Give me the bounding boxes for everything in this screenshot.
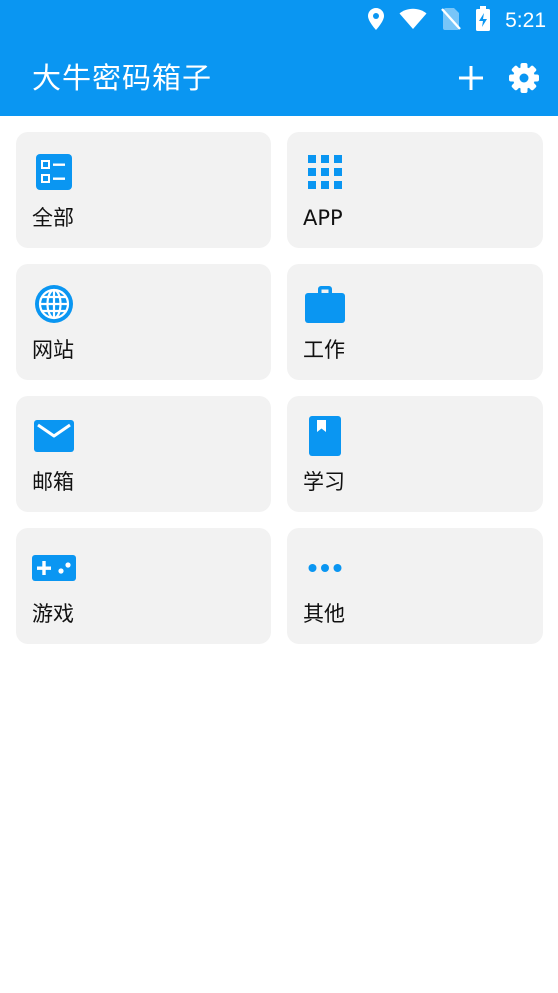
app-bar: 5:21 大牛密码箱子: [0, 0, 558, 116]
briefcase-icon: [303, 282, 347, 326]
more-horiz-icon: [303, 546, 347, 590]
category-website[interactable]: 网站: [16, 264, 271, 380]
add-button[interactable]: [451, 58, 491, 98]
category-label: 学习: [303, 470, 345, 494]
category-all[interactable]: 全部: [16, 132, 271, 248]
category-app[interactable]: APP: [287, 132, 543, 248]
gamepad-icon: [32, 546, 76, 590]
status-time: 5:21: [505, 9, 546, 32]
category-mail[interactable]: 邮箱: [16, 396, 271, 512]
category-label: 邮箱: [32, 470, 74, 494]
category-label: APP: [303, 206, 343, 230]
category-other[interactable]: 其他: [287, 528, 543, 644]
category-work[interactable]: 工作: [287, 264, 543, 380]
no-sim-icon: [441, 7, 462, 35]
location-icon: [367, 7, 385, 35]
category-game[interactable]: 游戏: [16, 528, 271, 644]
apps-grid-icon: [303, 150, 347, 194]
gear-icon: [509, 63, 539, 93]
wifi-icon: [399, 8, 427, 34]
dashboard-icon: [32, 150, 76, 194]
category-label: 游戏: [32, 602, 74, 626]
status-bar: 5:21: [0, 0, 558, 40]
settings-button[interactable]: [504, 58, 544, 98]
book-icon: [303, 414, 347, 458]
battery-charging-icon: [475, 6, 491, 36]
page-title: 大牛密码箱子: [32, 61, 213, 95]
add-icon: [459, 66, 483, 90]
category-label: 其他: [303, 602, 345, 626]
category-label: 网站: [32, 338, 74, 362]
globe-icon: [32, 282, 76, 326]
category-label: 工作: [303, 338, 345, 362]
category-study[interactable]: 学习: [287, 396, 543, 512]
category-label: 全部: [32, 206, 74, 230]
mail-icon: [32, 414, 76, 458]
category-grid: 全部 APP 网站 工作 邮箱 学习 游戏 其他: [16, 132, 543, 644]
